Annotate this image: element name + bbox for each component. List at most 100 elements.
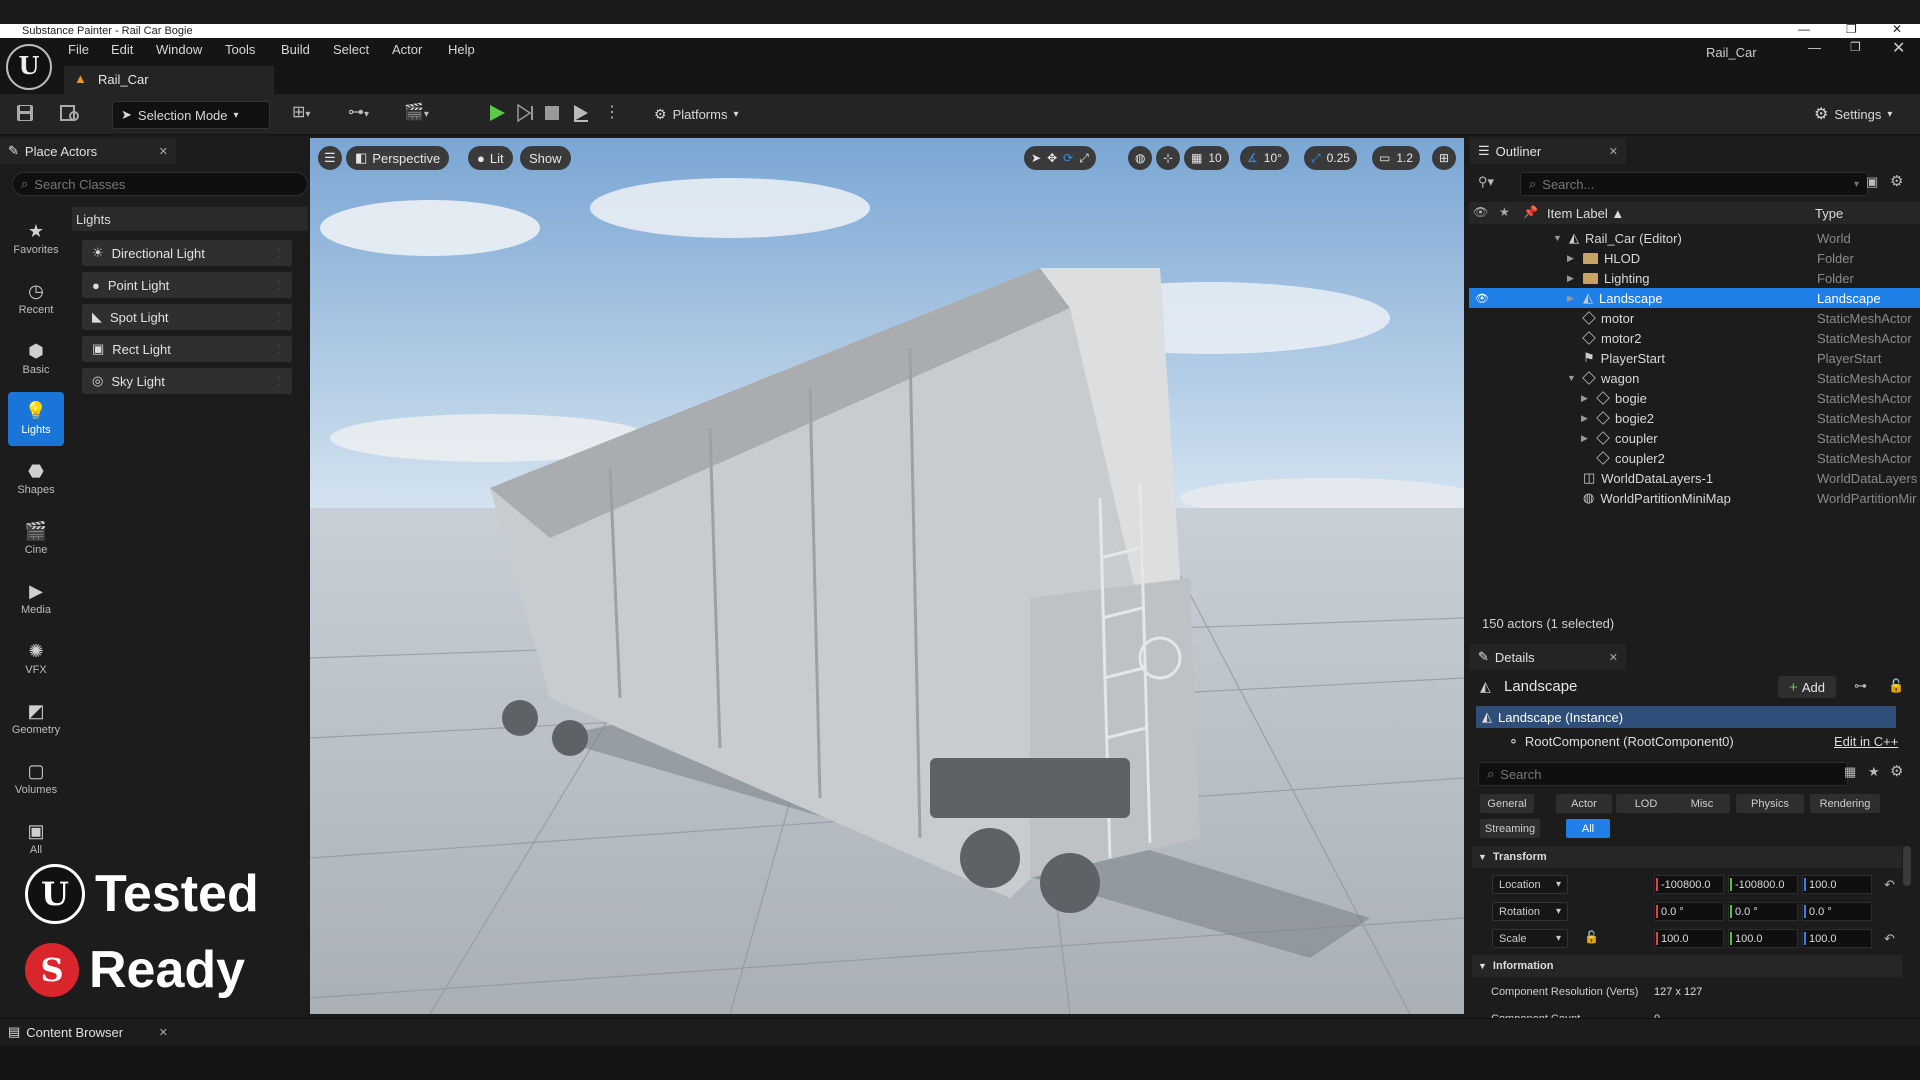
location-x-field[interactable]: -100800.0 [1654, 875, 1724, 894]
lit-button[interactable]: ● Lit [468, 146, 513, 170]
maximize-window-button[interactable]: ❐ [1846, 24, 1857, 36]
menu-build[interactable]: Build [281, 42, 310, 57]
expand-arrow-icon[interactable]: ▶ [1581, 393, 1591, 404]
drag-handle-icon[interactable]: ⋮ [274, 344, 284, 355]
details-settings-icon[interactable]: ⚙ [1890, 762, 1903, 780]
expand-arrow-icon[interactable]: ▼ [1553, 233, 1563, 243]
category-media[interactable]: ▶ Media [8, 572, 64, 626]
level-tab[interactable]: ▲ Rail_Car [64, 66, 274, 96]
save-icon[interactable] [16, 104, 34, 122]
drag-handle-icon[interactable]: ⋮ [274, 248, 284, 259]
content-icon[interactable] [60, 104, 80, 122]
minimize-window-button[interactable]: — [1798, 24, 1810, 36]
search-classes-input[interactable]: ⌕ Search Classes [12, 172, 308, 196]
outliner-tab[interactable]: ☰ Outliner ✕ [1470, 138, 1626, 164]
expand-arrow-icon[interactable]: ▶ [1581, 433, 1591, 444]
edit-in-cpp-link[interactable]: Edit in C++ [1834, 734, 1898, 749]
play-icon[interactable] [488, 103, 506, 126]
add-folder-icon[interactable]: ▣ [1866, 174, 1878, 190]
category-favorites[interactable]: ★ Favorites [8, 212, 64, 266]
menu-window[interactable]: Window [156, 42, 202, 57]
settings-dropdown[interactable]: ⚙ Settings ▾ [1806, 101, 1900, 127]
add-actor-icon[interactable]: ⊞▾ [292, 102, 310, 122]
close-icon[interactable]: ✕ [1609, 651, 1618, 664]
rotation-y-field[interactable]: 0.0 ° [1728, 902, 1798, 921]
outliner-row[interactable]: ▶ coupler StaticMeshActor [1469, 428, 1920, 448]
perspective-button[interactable]: ◧ Perspective [346, 146, 450, 170]
reset-location-icon[interactable]: ↶ [1884, 877, 1895, 893]
viewport-menu-button[interactable]: ☰ [318, 146, 342, 170]
rotation-z-field[interactable]: 0.0 ° [1802, 902, 1872, 921]
unreal-logo-icon[interactable]: U [6, 44, 52, 90]
light-item-directional-light[interactable]: ☀ Directional Light ⋮ [82, 240, 292, 266]
place-actors-tab[interactable]: ✎ Place Actors ✕ [0, 138, 176, 164]
eject-icon[interactable] [572, 103, 590, 126]
menu-file[interactable]: File [68, 42, 89, 57]
add-component-button[interactable]: + Add [1778, 676, 1836, 698]
close-icon[interactable]: ✕ [159, 1026, 168, 1039]
component-instance-row[interactable]: ◭ Landscape (Instance) [1476, 706, 1896, 728]
property-matrix-icon[interactable]: ▦ [1844, 764, 1856, 780]
outliner-search-input[interactable]: ⌕ Search... ▾ [1520, 172, 1868, 196]
item-label-column[interactable]: Item Label ▲ [1547, 206, 1624, 221]
restore-editor-button[interactable]: ❐ [1850, 40, 1861, 54]
location-y-field[interactable]: -100800.0 [1728, 875, 1798, 894]
content-browser-tab[interactable]: ▤ Content Browser ✕ [0, 1020, 176, 1044]
outliner-row[interactable]: motor StaticMeshActor [1469, 308, 1920, 328]
filter-streaming[interactable]: Streaming [1480, 819, 1540, 838]
outliner-row[interactable]: ▼ wagon StaticMeshActor [1469, 368, 1920, 388]
details-tab[interactable]: ✎ Details ✕ [1470, 644, 1626, 670]
outliner-row[interactable]: ▼ ◭ Rail_Car (Editor) World [1469, 228, 1920, 248]
cinematics-icon[interactable]: 🎬▾ [404, 102, 429, 122]
expand-arrow-icon[interactable]: ▶ [1567, 293, 1577, 304]
outliner-row[interactable]: ▶ bogie2 StaticMeshActor [1469, 408, 1920, 428]
filter-icon[interactable]: ⚲▾ [1478, 174, 1494, 190]
stop-icon[interactable] [544, 105, 560, 124]
category-recent[interactable]: ◷ Recent [8, 272, 64, 326]
camera-speed-control[interactable]: ▭ 1.2 [1372, 146, 1421, 170]
scale-snap-control[interactable]: ⤢ 0.25 [1304, 146, 1357, 170]
more-options-icon[interactable]: ⋮ [604, 102, 620, 122]
filter-misc[interactable]: Misc [1674, 794, 1730, 813]
menu-actor[interactable]: Actor [392, 42, 422, 57]
category-all[interactable]: ▣ All [8, 812, 64, 866]
filter-all[interactable]: All [1566, 819, 1610, 838]
viewport-layout-button[interactable]: ⊞ [1432, 146, 1457, 170]
outliner-row[interactable]: ▶ bogie StaticMeshActor [1469, 388, 1920, 408]
root-component-row[interactable]: ⚬ RootComponent (RootComponent0) [1508, 734, 1734, 750]
outliner-row[interactable]: motor2 StaticMeshActor [1469, 328, 1920, 348]
blueprint-convert-icon[interactable]: ⊶ [1854, 678, 1867, 694]
favorites-star-icon[interactable]: ★ [1868, 764, 1880, 780]
menu-tools[interactable]: Tools [225, 42, 255, 57]
scale-dropdown[interactable]: Scale ▾ [1492, 929, 1568, 948]
select-tool-icon[interactable]: ➤ [1031, 151, 1041, 165]
transform-section[interactable]: ▼ Transform [1472, 846, 1902, 868]
reset-scale-icon[interactable]: ↶ [1884, 931, 1895, 947]
step-icon[interactable] [516, 103, 534, 126]
menu-select[interactable]: Select [333, 42, 369, 57]
drag-handle-icon[interactable]: ⋮ [274, 280, 284, 291]
outliner-row[interactable]: ▶ HLOD Folder [1469, 248, 1920, 268]
outliner-row[interactable]: ◍ WorldPartitionMiniMap WorldPartitionMir [1469, 488, 1920, 508]
expand-arrow-icon[interactable]: ▼ [1567, 373, 1577, 383]
filter-lod[interactable]: LOD [1616, 794, 1676, 813]
blueprint-icon[interactable]: ⊶▾ [348, 102, 369, 122]
outliner-row[interactable]: ▶ Lighting Folder [1469, 268, 1920, 288]
category-volumes[interactable]: ▢ Volumes [8, 752, 64, 806]
rotate-tool-icon[interactable]: ⟳ [1063, 151, 1073, 165]
level-viewport[interactable]: ☰ ◧ Perspective ● Lit Show ➤ ✥ ⟳ ⤢ ◍ ⊹ ▦… [310, 138, 1464, 1014]
visibility-icon[interactable]: 👁 [1475, 292, 1489, 305]
menu-help[interactable]: Help [448, 42, 475, 57]
scale-lock-icon[interactable]: 🔓 [1584, 930, 1599, 944]
show-button[interactable]: Show [520, 146, 571, 170]
rotation-snap-control[interactable]: ∡ 10° [1240, 146, 1289, 170]
close-window-button[interactable]: ✕ [1892, 24, 1902, 36]
platforms-dropdown[interactable]: ⚙ Platforms ▾ [646, 101, 747, 127]
grid-snap-control[interactable]: ▦ 10 [1184, 146, 1229, 170]
rotation-dropdown[interactable]: Rotation ▾ [1492, 902, 1568, 921]
favorite-icon[interactable]: ★ [1499, 205, 1510, 219]
drag-handle-icon[interactable]: ⋮ [274, 376, 284, 387]
rotation-x-field[interactable]: 0.0 ° [1654, 902, 1724, 921]
close-icon[interactable]: ✕ [1609, 145, 1618, 158]
category-basic[interactable]: ⬢ Basic [8, 332, 64, 386]
